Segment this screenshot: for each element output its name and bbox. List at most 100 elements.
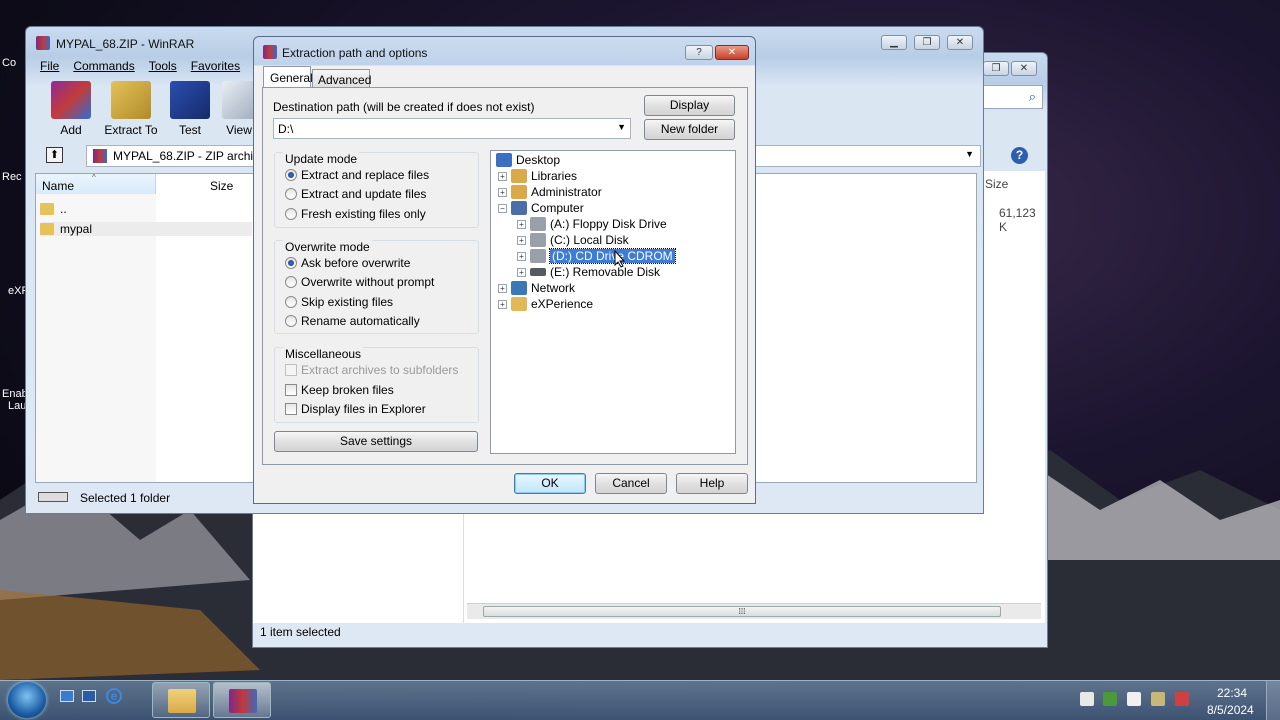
internet-explorer-icon[interactable]: e: [106, 688, 122, 704]
computer-icon: [511, 201, 527, 215]
folder-icon: [168, 689, 196, 713]
expand-icon: +: [517, 235, 526, 245]
network-tray-icon[interactable]: [1151, 692, 1165, 706]
chevron-down-icon[interactable]: ▼: [617, 122, 626, 132]
add-button[interactable]: Add: [46, 81, 96, 137]
explorer-size-column[interactable]: Size: [985, 177, 1008, 191]
tree-node-libraries[interactable]: + Libraries: [498, 168, 577, 184]
dialog-app-icon: [263, 45, 277, 59]
tab-general[interactable]: General: [263, 66, 313, 88]
tree-node-removable-disk[interactable]: + (E:) Removable Disk: [517, 264, 660, 280]
column-header-size[interactable]: Size: [156, 174, 265, 194]
help-button[interactable]: Help: [676, 473, 748, 494]
new-folder-button[interactable]: New folder: [644, 119, 735, 140]
radio-icon: [285, 315, 297, 327]
list-item[interactable]: ..: [40, 202, 67, 216]
clock-time[interactable]: 22:34: [1217, 686, 1247, 700]
floppy-drive-icon: [530, 217, 546, 231]
explorer-restore-button[interactable]: ❐: [983, 61, 1009, 76]
miscellaneous-title: Miscellaneous: [283, 347, 364, 361]
network-icon: [511, 281, 527, 295]
update-mode-title: Update mode: [283, 152, 360, 166]
misc-keep-broken-checkbox[interactable]: Keep broken files: [285, 383, 394, 397]
menu-file[interactable]: File: [40, 59, 59, 73]
security-shield-icon[interactable]: [1103, 692, 1117, 706]
checkbox-icon: [285, 384, 297, 396]
display-button[interactable]: Display: [644, 95, 735, 116]
horizontal-scrollbar[interactable]: ⁞⁞⁞: [467, 603, 1041, 619]
tree-node-cd-drive[interactable]: + (D:) CD Drive CDROM: [517, 248, 676, 264]
dialog-close-button[interactable]: ✕: [715, 45, 749, 60]
winrar-maximize-button[interactable]: ❐: [914, 35, 940, 50]
destination-path-value: D:\: [278, 122, 294, 136]
volume-muted-icon[interactable]: [1175, 692, 1189, 706]
overwrite-option-without-prompt[interactable]: Overwrite without prompt: [285, 275, 434, 289]
explorer-close-button[interactable]: ✕: [1011, 61, 1037, 76]
tree-node-computer[interactable]: − Computer: [498, 200, 584, 216]
checkbox-icon: [285, 364, 297, 376]
tree-node-administrator[interactable]: + Administrator: [498, 184, 602, 200]
overwrite-option-rename[interactable]: Rename automatically: [285, 314, 420, 328]
expand-icon: +: [498, 299, 507, 309]
chevron-down-icon[interactable]: ▼: [965, 149, 974, 159]
radio-icon: [285, 188, 297, 200]
local-disk-icon: [530, 233, 546, 247]
update-option-replace[interactable]: Extract and replace files: [285, 168, 429, 182]
expand-icon: +: [517, 219, 526, 229]
tree-node-floppy[interactable]: + (A:) Floppy Disk Drive: [517, 216, 667, 232]
folder-icon: [40, 223, 54, 235]
switch-windows-icon[interactable]: [82, 690, 96, 702]
action-center-flag-icon[interactable]: [1127, 692, 1141, 706]
tree-node-local-disk[interactable]: + (C:) Local Disk: [517, 232, 629, 248]
update-option-update[interactable]: Extract and update files: [285, 187, 426, 201]
sort-arrow-icon: ^: [92, 173, 96, 182]
cancel-button[interactable]: Cancel: [595, 473, 667, 494]
tree-node-network[interactable]: + Network: [498, 280, 575, 296]
tab-advanced[interactable]: Advanced: [312, 69, 371, 88]
taskbar-winrar-button[interactable]: [213, 682, 271, 718]
folder-icon: [511, 297, 527, 311]
overwrite-option-ask[interactable]: Ask before overwrite: [285, 256, 410, 270]
help-icon[interactable]: ?: [1011, 147, 1028, 164]
up-folder-button[interactable]: ⬆: [46, 147, 63, 163]
tree-node-experience[interactable]: + eXPerience: [498, 296, 593, 312]
winrar-status-text: Selected 1 folder: [80, 491, 171, 505]
overwrite-mode-title: Overwrite mode: [283, 240, 372, 254]
miscellaneous-group: Miscellaneous Extract archives to subfol…: [274, 347, 479, 423]
tree-node-desktop[interactable]: Desktop: [496, 152, 560, 168]
winrar-minimize-button[interactable]: ▁: [881, 35, 907, 50]
menu-favorites[interactable]: Favorites: [191, 59, 240, 73]
ok-button[interactable]: OK: [514, 473, 586, 494]
list-item[interactable]: mypal: [40, 222, 252, 236]
search-icon: ⌕: [1028, 89, 1036, 104]
update-option-fresh[interactable]: Fresh existing files only: [285, 207, 426, 221]
menu-commands[interactable]: Commands: [73, 59, 134, 73]
dialog-help-button[interactable]: ?: [685, 45, 713, 60]
extract-to-button[interactable]: Extract To: [102, 81, 160, 137]
cd-drive-icon: [530, 249, 546, 263]
radio-icon: [285, 169, 297, 181]
checkbox-icon: [285, 403, 297, 415]
taskbar-explorer-button[interactable]: [152, 682, 210, 718]
expand-icon: +: [517, 251, 526, 261]
misc-display-in-explorer-checkbox[interactable]: Display files in Explorer: [285, 402, 426, 416]
column-header-name[interactable]: Name ^: [36, 173, 156, 194]
clock-date[interactable]: 8/5/2024: [1207, 703, 1254, 717]
user-folder-icon: [511, 185, 527, 199]
test-icon: [170, 81, 210, 119]
start-button[interactable]: [8, 682, 46, 718]
overwrite-option-skip[interactable]: Skip existing files: [285, 295, 393, 309]
menu-tools[interactable]: Tools: [149, 59, 177, 73]
expand-icon: +: [517, 267, 526, 277]
clipboard-icon[interactable]: [1080, 692, 1094, 706]
misc-extract-subfolders-checkbox: Extract archives to subfolders: [285, 363, 458, 377]
view-button[interactable]: View: [222, 81, 256, 137]
destination-path-combo[interactable]: D:\ ▼: [273, 118, 631, 139]
show-desktop-button[interactable]: [1266, 681, 1280, 720]
removable-disk-icon: [530, 268, 546, 276]
winrar-close-button[interactable]: ✕: [947, 35, 973, 50]
save-settings-button[interactable]: Save settings: [274, 431, 478, 452]
extract-to-icon: [111, 81, 151, 119]
test-button[interactable]: Test: [168, 81, 212, 137]
show-desktop-icon[interactable]: [60, 690, 74, 702]
